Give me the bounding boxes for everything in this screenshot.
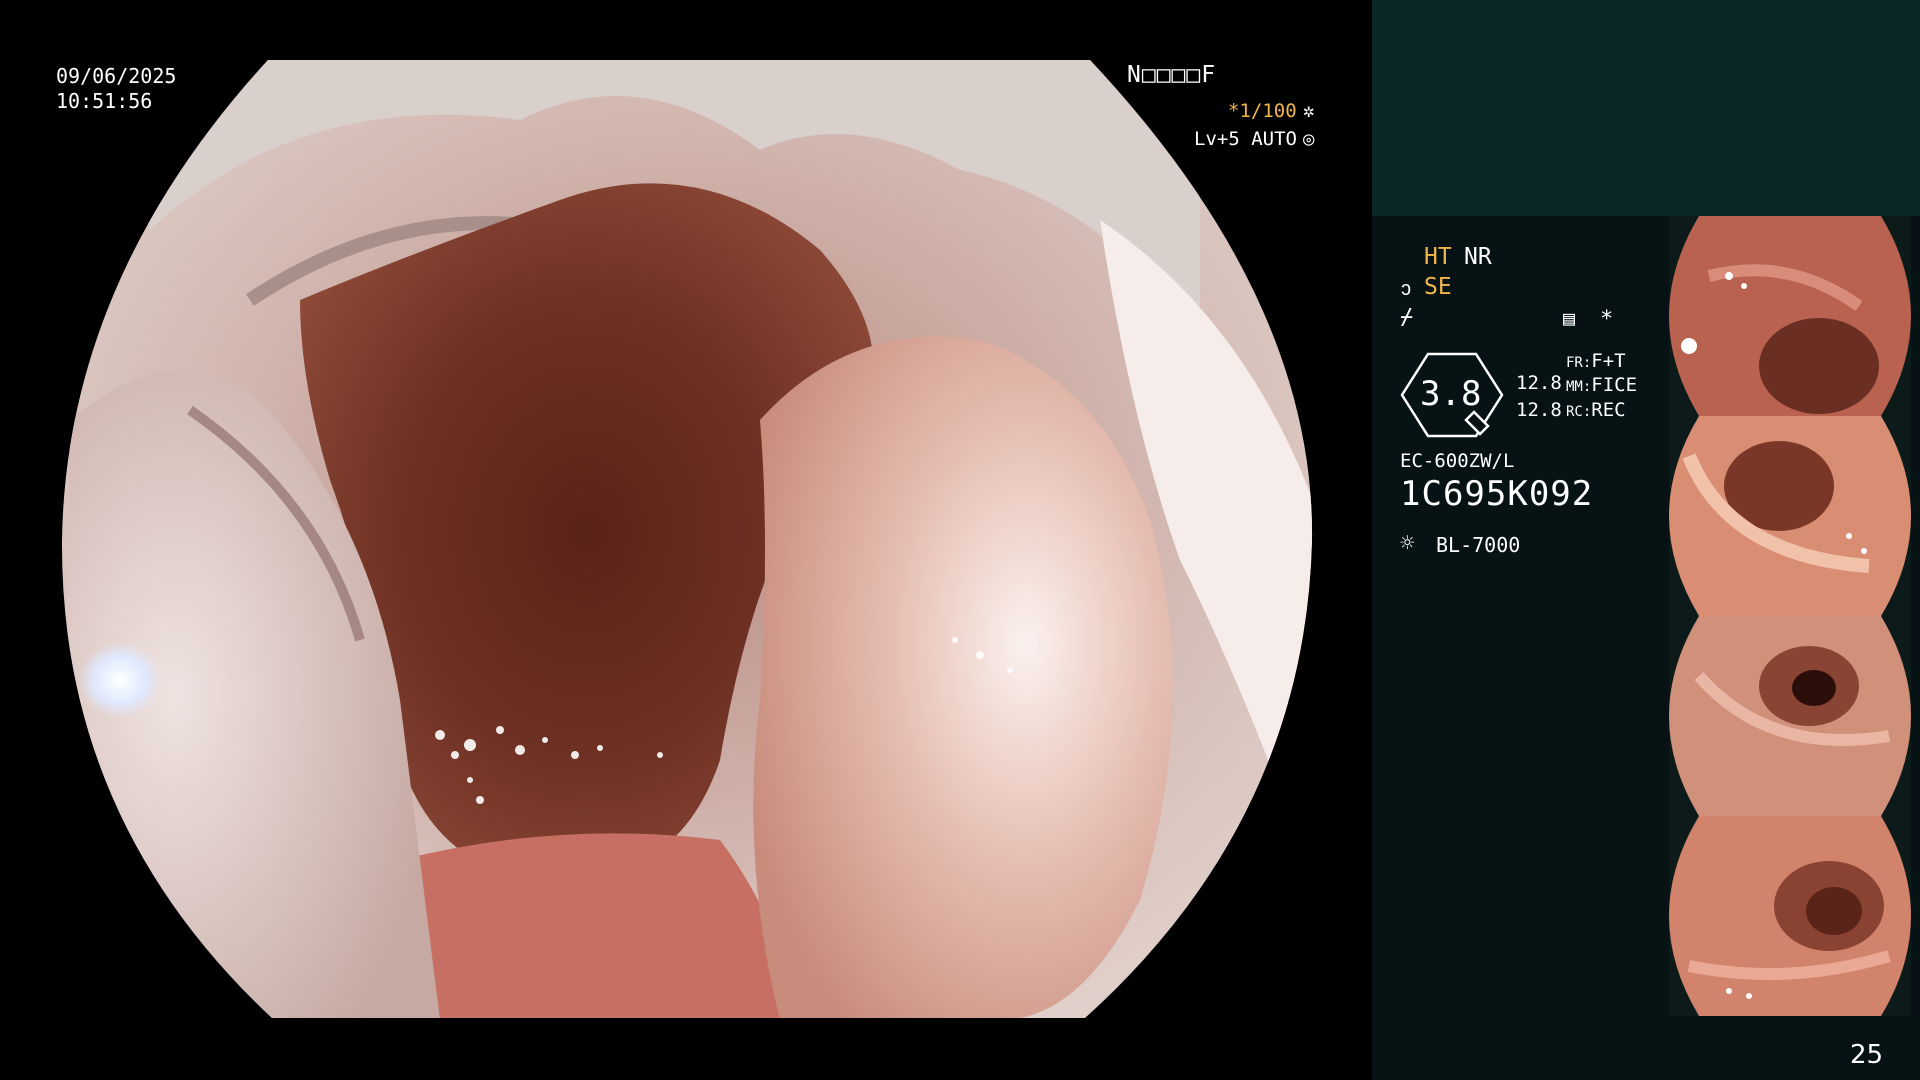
endoscopic-image — [61, 60, 1313, 1018]
exam-date: 09/06/2025 — [56, 64, 177, 88]
rc-key: RC: — [1566, 404, 1592, 420]
captured-thumbnail[interactable] — [1669, 616, 1911, 816]
patient-id: N□□□□F — [1127, 62, 1217, 88]
info-panel-header — [1372, 0, 1920, 216]
info-panel: HT NR ↄ SE ⌿ ▤ * 3.8 12.8 12.8 FR:F+T MM… — [1372, 0, 1920, 1080]
scope-serial: 1C695K092 — [1400, 474, 1594, 514]
structure-enhance-icon: ↄ — [1400, 276, 1413, 300]
exam-time: 10:51:56 — [56, 89, 153, 113]
nr-mode-label: NR — [1464, 244, 1492, 270]
setting-value-bottom: 12.8 — [1516, 399, 1562, 421]
setting-value-top: 12.8 — [1516, 372, 1562, 394]
fr-key: FR: — [1566, 355, 1592, 371]
se-mode-label: SE — [1424, 274, 1452, 300]
shutter-speed: *1/100 — [1228, 100, 1297, 122]
captured-thumbnail[interactable] — [1669, 416, 1911, 616]
asterisk-indicator: * — [1600, 307, 1614, 332]
endoscope-live-view: 09/06/2025 10:51:56 N□□□□F *1/100 ✲ Lv+5… — [0, 0, 1372, 1080]
thumbnail-image — [1669, 216, 1911, 416]
thumbnail-image — [1669, 616, 1911, 816]
light-source-icon: ☼ — [1400, 529, 1415, 557]
shutter-icon: ✲ — [1303, 100, 1315, 122]
endoscopy-screen: 09/06/2025 10:51:56 N□□□□F *1/100 ✲ Lv+5… — [0, 0, 1920, 1080]
brightness-level: Lv+5 AUTO — [1194, 128, 1297, 150]
captured-thumbnail[interactable] — [1669, 216, 1911, 416]
fr-value: F+T — [1591, 350, 1626, 372]
mm-key: MM: — [1566, 379, 1592, 395]
light-source-model: BL-7000 — [1436, 533, 1521, 557]
mm-value: FICE — [1591, 374, 1638, 396]
ht-mode-label: HT — [1424, 244, 1452, 270]
auto-iris-icon: ◎ — [1303, 128, 1315, 150]
rc-setting: RC:REC — [1566, 399, 1626, 421]
captured-thumbnail[interactable] — [1669, 816, 1911, 1016]
scope-model: EC-600ZW/L — [1400, 450, 1515, 472]
enhancement-value: 3.8 — [1420, 374, 1482, 414]
image-count: 25 — [1850, 1040, 1884, 1070]
settings-icon: ▤ — [1563, 306, 1576, 330]
mm-setting: MM:FICE — [1566, 374, 1637, 396]
thumbnail-image — [1669, 416, 1911, 616]
thumbnail-image — [1669, 816, 1911, 1016]
freeze-icon: ⌿ — [1400, 305, 1414, 330]
fr-setting: FR:F+T — [1566, 350, 1626, 372]
rc-value: REC — [1591, 399, 1626, 421]
